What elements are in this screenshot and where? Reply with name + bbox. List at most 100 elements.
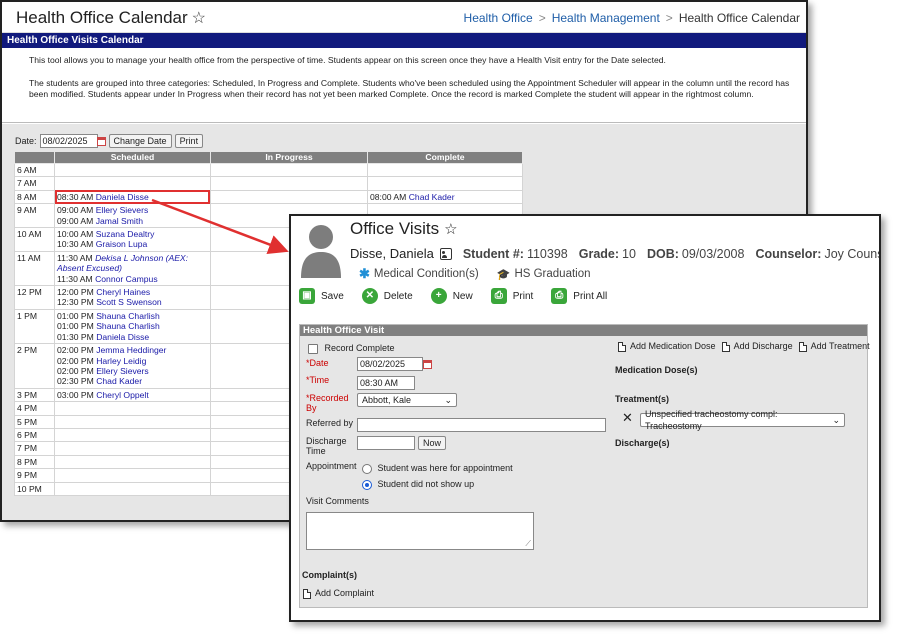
hour-cell: 12 PM bbox=[14, 285, 55, 310]
date-label-text: Date bbox=[309, 358, 329, 368]
student-name: Disse, Daniela bbox=[350, 246, 434, 261]
calendar-icon[interactable] bbox=[423, 359, 432, 369]
student-link[interactable]: Chad Kader bbox=[96, 376, 142, 386]
student-link[interactable]: Absent Excused) bbox=[57, 263, 122, 273]
date-label: *Date bbox=[306, 358, 329, 368]
page-title: Health Office Calendar ☆ bbox=[16, 8, 206, 28]
now-button[interactable]: Now bbox=[418, 436, 447, 450]
student-link[interactable]: Shauna Charlish bbox=[96, 311, 160, 321]
page-title-text: Health Office Calendar bbox=[16, 8, 188, 27]
add-medication-dose-link[interactable]: Add Medication Dose bbox=[618, 341, 716, 352]
counselor-value: Joy Counselor bbox=[824, 246, 879, 261]
record-complete-label: Record Complete bbox=[324, 343, 395, 353]
student-link[interactable]: Dekisa L Johnson (AEX: bbox=[95, 253, 188, 263]
date-input[interactable]: 08/02/2025 bbox=[39, 134, 98, 148]
graduation-cap-icon: 🎓 bbox=[496, 268, 511, 281]
document-icon bbox=[303, 588, 311, 599]
chevron-right-icon: > bbox=[665, 11, 673, 25]
chevron-down-icon: ⌄ bbox=[444, 395, 452, 405]
star-icon[interactable]: ☆ bbox=[444, 221, 457, 238]
complete-cell: 08:00 AM Chad Kader bbox=[367, 189, 523, 205]
breadcrumb-health-management[interactable]: Health Management bbox=[552, 11, 660, 25]
student-link[interactable]: Daniela Disse bbox=[96, 192, 149, 202]
add-complaint-link[interactable]: Add Complaint bbox=[303, 588, 374, 599]
visit-date-input[interactable]: 08/02/2025 bbox=[357, 357, 423, 371]
print-button[interactable]: Print bbox=[174, 134, 204, 148]
delete-icon: ✕ bbox=[361, 288, 378, 304]
visit-entry: 10:30 AM Graison Lupa bbox=[57, 239, 208, 249]
discharge-time-input[interactable] bbox=[357, 436, 415, 450]
scheduled-cell: 03:00 PM Cheryl Oppelt bbox=[54, 387, 211, 403]
new-button[interactable]: + New bbox=[430, 288, 473, 304]
panel-header: Health Office Visit bbox=[300, 325, 867, 336]
visit-entry: Absent Excused) bbox=[57, 263, 208, 273]
flag-hs-graduation[interactable]: 🎓 HS Graduation bbox=[497, 268, 591, 281]
calendar-icon[interactable] bbox=[96, 136, 106, 146]
student-info: Disse, Daniela Student #: 110398 Grade: 10… bbox=[350, 246, 879, 261]
change-date-button[interactable]: Change Date bbox=[108, 134, 172, 148]
student-link[interactable]: Ellery Sievers bbox=[96, 205, 149, 215]
student-link[interactable]: Jamal Smith bbox=[96, 216, 143, 226]
visit-entry: 02:00 PM Jemma Heddinger bbox=[57, 345, 208, 355]
student-link[interactable]: Shauna Charlish bbox=[96, 321, 160, 331]
flag-medical-condition[interactable]: ✱ Medical Condition(s) bbox=[359, 266, 479, 282]
appointment-label: Appointment bbox=[306, 461, 357, 471]
print-all-button[interactable]: ⎙ Print All bbox=[551, 288, 607, 304]
visit-time: 02:30 PM bbox=[57, 376, 94, 387]
hour-cell: 6 PM bbox=[14, 427, 55, 443]
appt-here-label: Student was here for appointment bbox=[377, 463, 513, 473]
hour-cell: 7 AM bbox=[14, 176, 55, 191]
save-button[interactable]: ▣ Save bbox=[299, 288, 344, 304]
treatments-label: Treatment(s) bbox=[615, 394, 670, 404]
scheduled-cell bbox=[54, 162, 211, 178]
student-number: 110398 bbox=[526, 246, 568, 261]
appt-no-show-radio[interactable] bbox=[362, 479, 372, 490]
add-actions: Add Medication Dose Add Discharge Add Tr… bbox=[618, 341, 870, 352]
student-link[interactable]: Graison Lupa bbox=[96, 239, 148, 249]
treatment-select[interactable]: Unspecified tracheostomy compl: Tracheos… bbox=[640, 409, 845, 431]
record-complete-checkbox[interactable] bbox=[308, 343, 318, 354]
print-button[interactable]: ⎙ Print bbox=[490, 288, 533, 304]
scheduled-cell: 01:00 PM Shauna Charlish 01:00 PM Shauna … bbox=[54, 308, 211, 345]
referred-by-input[interactable] bbox=[357, 418, 606, 432]
student-link[interactable]: Suzana Dealtry bbox=[96, 229, 155, 239]
appt-here-radio[interactable] bbox=[362, 463, 372, 474]
student-link[interactable]: Chad Kader bbox=[409, 192, 455, 202]
calendar-header: Health Office Calendar ☆ Health Office > He… bbox=[2, 2, 806, 33]
visit-time: 12:30 PM bbox=[57, 297, 94, 308]
student-link[interactable]: Daniela Disse bbox=[96, 332, 149, 342]
recorded-label-line2: By bbox=[306, 403, 317, 413]
remove-treatment-icon[interactable]: ✕ bbox=[622, 411, 633, 424]
add-treatment-link[interactable]: Add Treatment bbox=[798, 341, 870, 352]
scheduled-cell bbox=[54, 401, 211, 416]
visit-entry: 09:00 AM Ellery Sievers bbox=[57, 205, 208, 215]
visit-time-input[interactable]: 08:30 AM bbox=[357, 376, 415, 390]
visit-comments-textarea[interactable]: ⟋ bbox=[306, 512, 534, 550]
visit-time: 10:00 AM bbox=[57, 229, 94, 240]
student-link[interactable]: Scott S Swenson bbox=[96, 297, 161, 307]
printer-icon: ⎙ bbox=[490, 288, 507, 304]
student-link[interactable]: Harley Leidig bbox=[96, 356, 146, 366]
student-link[interactable]: Cheryl Haines bbox=[96, 287, 150, 297]
recorded-by-select[interactable]: Abbott, Kale ⌄ bbox=[357, 393, 457, 407]
visit-time: 01:00 PM bbox=[57, 310, 94, 321]
student-link[interactable]: Connor Campus bbox=[95, 274, 158, 284]
delete-button[interactable]: ✕ Delete bbox=[361, 288, 413, 304]
visit-title-text: Office Visits bbox=[350, 219, 440, 238]
appt-here-option[interactable]: Student was here for appointment bbox=[362, 463, 513, 474]
breadcrumb-health-office[interactable]: Health Office bbox=[464, 11, 533, 25]
visit-time: 02:00 PM bbox=[57, 365, 94, 376]
add-discharge-link[interactable]: Add Discharge bbox=[721, 341, 793, 352]
student-link[interactable]: Jemma Heddinger bbox=[96, 345, 166, 355]
grade-value: 10 bbox=[622, 246, 636, 261]
student-link[interactable]: Ellery Sievers bbox=[96, 366, 149, 376]
chevron-right-icon: > bbox=[538, 11, 546, 25]
referred-by-label: Referred by bbox=[306, 418, 354, 428]
breadcrumb: Health Office > Health Management > Health O… bbox=[464, 11, 800, 25]
recorded-label-line1: Recorded bbox=[309, 393, 349, 403]
id-card-icon[interactable] bbox=[439, 247, 452, 260]
star-icon[interactable]: ☆ bbox=[192, 10, 206, 27]
student-link[interactable]: Cheryl Oppelt bbox=[96, 390, 149, 400]
resize-handle-icon[interactable]: ⟋ bbox=[525, 539, 531, 549]
appt-no-show-option[interactable]: Student did not show up bbox=[362, 479, 474, 490]
